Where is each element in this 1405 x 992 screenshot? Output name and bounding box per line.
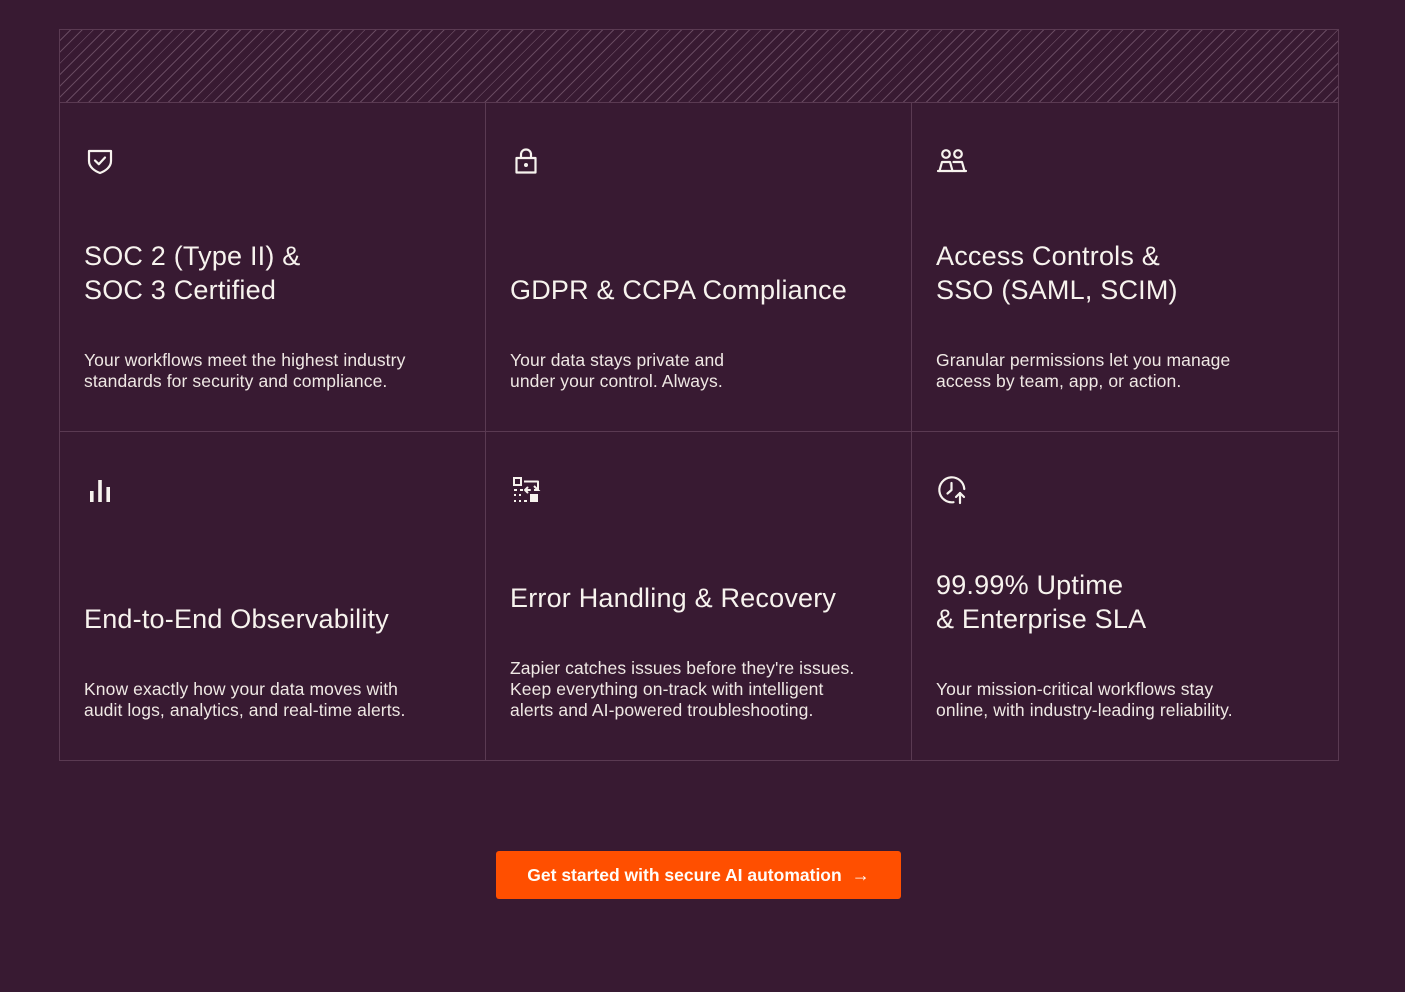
get-started-label: Get started with secure AI automation <box>527 864 842 885</box>
feature-description: Zapier catches issues before they're iss… <box>510 658 855 720</box>
feature-title: 99.99% Uptime & Enterprise SLA <box>936 570 1147 634</box>
flow-recovery-icon <box>510 474 542 506</box>
feature-description: Your workflows meet the highest industry… <box>84 350 406 391</box>
feature-card-soc: SOC 2 (Type II) & SOC 3 Certified Your w… <box>60 103 486 432</box>
decorative-hatch-band <box>60 30 1338 103</box>
feature-card-observability: End-to-End Observability Know exactly ho… <box>60 432 486 760</box>
feature-cards: SOC 2 (Type II) & SOC 3 Certified Your w… <box>60 103 1338 760</box>
feature-title: Access Controls & SSO (SAML, SCIM) <box>936 241 1178 305</box>
get-started-button[interactable]: Get started with secure AI automation → <box>496 851 901 899</box>
arrow-right-icon: → <box>851 865 870 885</box>
bar-chart-icon <box>84 474 116 506</box>
feature-description: Your data stays private and under your c… <box>510 350 725 391</box>
feature-card-access: Access Controls & SSO (SAML, SCIM) Granu… <box>912 103 1338 432</box>
feature-title: SOC 2 (Type II) & SOC 3 Certified <box>84 241 301 305</box>
feature-title: GDPR & CCPA Compliance <box>510 275 848 305</box>
clock-up-icon <box>936 474 968 506</box>
feature-card-gdpr: GDPR & CCPA Compliance Your data stays p… <box>486 103 912 432</box>
feature-title: Error Handling & Recovery <box>510 583 837 613</box>
shield-check-icon <box>84 145 116 177</box>
feature-description: Granular permissions let you manage acce… <box>936 350 1231 391</box>
security-features-grid: SOC 2 (Type II) & SOC 3 Certified Your w… <box>59 29 1339 761</box>
feature-description: Your mission-critical workflows stay onl… <box>936 679 1233 720</box>
lock-icon <box>510 145 542 177</box>
feature-card-error-handling: Error Handling & Recovery Zapier catches… <box>486 432 912 760</box>
users-icon <box>936 145 968 177</box>
feature-description: Know exactly how your data moves with au… <box>84 679 406 720</box>
feature-card-uptime: 99.99% Uptime & Enterprise SLA Your miss… <box>912 432 1338 760</box>
feature-title: End-to-End Observability <box>84 604 389 634</box>
